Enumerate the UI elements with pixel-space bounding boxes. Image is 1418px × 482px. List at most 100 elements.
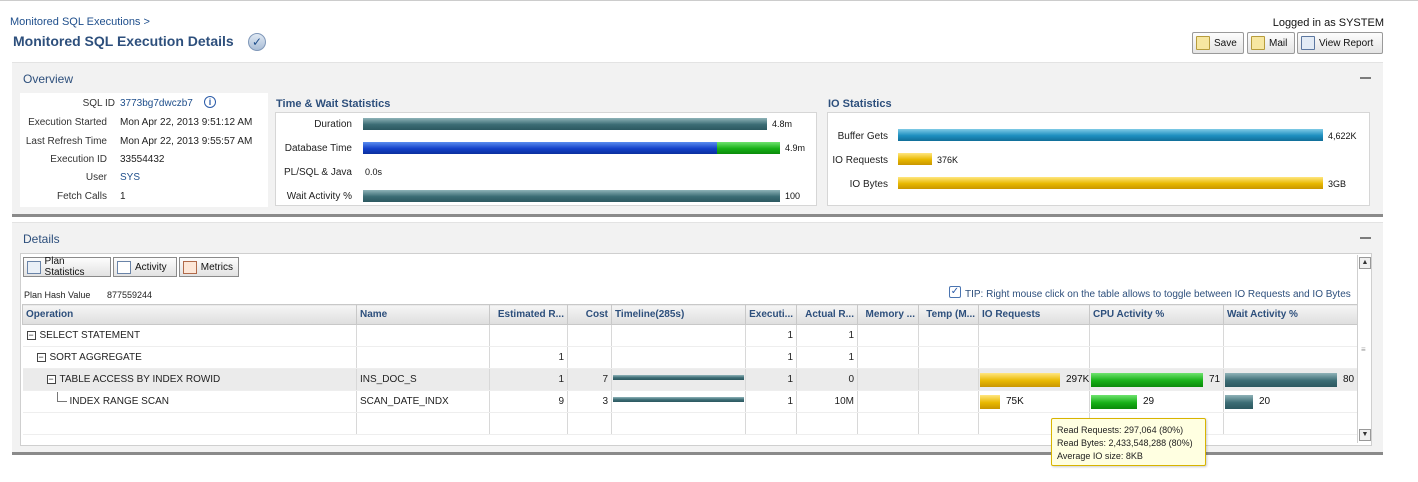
cell-memory: [857, 390, 919, 413]
cpu-bar: [1091, 373, 1203, 387]
scroll-up-arrow[interactable]: ▲: [1359, 257, 1371, 269]
plan-table: Operation Name Estimated R... Cost Timel…: [22, 304, 1358, 435]
tree-connector: [56, 392, 67, 403]
collapse-icon[interactable]: [1360, 237, 1371, 239]
io-stats-title: IO Statistics: [828, 98, 892, 110]
report-icon: [1301, 36, 1315, 50]
scroll-grip[interactable]: ≡: [1361, 345, 1369, 354]
col-memory[interactable]: Memory ...: [857, 304, 919, 325]
collapse-icon[interactable]: [1360, 77, 1371, 79]
wait-value: 20: [1259, 396, 1271, 407]
cell-cost: 3: [567, 390, 612, 413]
collapse-node-icon[interactable]: −: [36, 352, 46, 362]
breadcrumb[interactable]: Monitored SQL Executions >: [10, 16, 150, 28]
tooltip-read-requests: Read Requests: 297,064 (80%): [1057, 425, 1184, 435]
save-button[interactable]: Save: [1192, 32, 1244, 54]
cell-executions: 1: [745, 324, 797, 347]
tip-check-icon: ✓: [949, 286, 961, 298]
overview-header[interactable]: Overview: [12, 62, 1383, 92]
col-estimated-rows[interactable]: Estimated R...: [489, 304, 568, 325]
table-row[interactable]: − SELECT STATEMENT 1 1: [22, 324, 1358, 347]
col-cost[interactable]: Cost: [567, 304, 612, 325]
time-wait-title: Time & Wait Statistics: [276, 98, 391, 110]
duration-label: Duration: [314, 119, 352, 130]
cell-timeline: [611, 390, 746, 413]
col-io-requests[interactable]: IO Requests: [978, 304, 1090, 325]
buffer-gets-label: Buffer Gets: [837, 131, 888, 142]
cell-name: [356, 412, 490, 435]
operation-label: INDEX RANGE SCAN: [69, 396, 169, 407]
plsql-java-label: PL/SQL & Java: [284, 167, 352, 178]
io-requests-value: 75K: [1006, 396, 1024, 407]
tab-activity-label: Activity: [135, 261, 167, 273]
user-label: User: [85, 172, 107, 183]
sql-id-label: SQL ID: [82, 98, 115, 109]
cell-memory: [857, 368, 919, 391]
cell-operation: [22, 412, 357, 435]
table-row[interactable]: INDEX RANGE SCAN SCAN_DATE_INDX 9 3 1 10M 75K 2…: [22, 390, 1358, 413]
cell-timeline: [611, 346, 746, 369]
col-executions[interactable]: Executi...: [745, 304, 797, 325]
operation-label: TABLE ACCESS BY INDEX ROWID: [59, 374, 221, 385]
cell-timeline: [611, 368, 746, 391]
col-temp[interactable]: Temp (M...: [918, 304, 979, 325]
metrics-icon: [183, 260, 197, 274]
col-operation[interactable]: Operation: [22, 304, 357, 325]
cell-est-rows: [489, 324, 568, 347]
cell-wait: 20: [1223, 390, 1358, 413]
table-row[interactable]: − TABLE ACCESS BY INDEX ROWID INS_DOC_S 1 7 1…: [22, 368, 1358, 391]
details-title: Details: [23, 232, 60, 246]
view-report-label: View Report: [1319, 37, 1374, 49]
page-title: Monitored SQL Execution Details: [13, 33, 234, 49]
cell-est-rows: 1: [489, 368, 568, 391]
col-name[interactable]: Name: [356, 304, 490, 325]
mail-button[interactable]: Mail: [1247, 32, 1295, 54]
timeline-bar: [613, 375, 744, 380]
execution-id-label: Execution ID: [50, 154, 107, 165]
cell-executions: 1: [745, 346, 797, 369]
view-report-button[interactable]: View Report: [1297, 32, 1383, 54]
user-link[interactable]: SYS: [120, 172, 140, 183]
io-requests-value: 297K: [1066, 374, 1090, 385]
summary-box: SQL ID 3773bg7dwczb7 i Execution Started…: [20, 93, 268, 207]
io-requests-value: 376K: [937, 155, 959, 165]
tab-plan-statistics[interactable]: Plan Statistics: [23, 256, 111, 278]
tab-metrics[interactable]: Metrics: [179, 257, 239, 277]
cell-executions: 1: [745, 368, 797, 391]
duration-value: 4.8m: [772, 119, 793, 129]
io-tooltip: Read Requests: 297,064 (80%) Read Bytes:…: [1051, 418, 1206, 466]
database-time-label: Database Time: [284, 143, 352, 154]
cell-wait: 80: [1223, 368, 1358, 391]
collapse-node-icon[interactable]: −: [26, 330, 36, 340]
tab-activity[interactable]: Activity: [113, 257, 177, 277]
cell-name: [356, 346, 490, 369]
cpu-bar: [1091, 395, 1137, 409]
database-time-wait-bar: [717, 142, 780, 154]
last-refresh-label: Last Refresh Time: [25, 136, 107, 147]
sql-id-link[interactable]: 3773bg7dwczb7: [120, 98, 193, 109]
scroll-down-arrow[interactable]: ▼: [1359, 429, 1371, 441]
vertical-scrollbar[interactable]: ▲ ≡ ▼: [1357, 255, 1371, 443]
operation-label: SELECT STATEMENT: [39, 330, 141, 341]
info-icon[interactable]: i: [204, 96, 216, 108]
table-row[interactable]: − SORT AGGREGATE 1 1 1: [22, 346, 1358, 369]
cell-cpu: 29: [1089, 390, 1224, 413]
col-wait-activity[interactable]: Wait Activity %: [1223, 304, 1358, 325]
wait-activity-value: 100: [785, 191, 801, 201]
buffer-gets-bar: [898, 129, 1323, 141]
col-timeline[interactable]: Timeline(285s): [611, 304, 746, 325]
cell-temp: [918, 346, 979, 369]
save-icon: [1196, 36, 1210, 50]
cell-io-requests: 297K: [978, 368, 1090, 391]
col-actual-rows[interactable]: Actual R...: [796, 304, 858, 325]
cell-memory: [857, 412, 919, 435]
collapse-node-icon[interactable]: −: [46, 374, 56, 384]
details-header[interactable]: Details: [12, 222, 1383, 252]
cell-temp: [918, 324, 979, 347]
execution-id-value: 33554432: [120, 154, 165, 165]
mail-icon: [1251, 36, 1265, 50]
col-cpu-activity[interactable]: CPU Activity %: [1089, 304, 1224, 325]
mail-label: Mail: [1269, 37, 1288, 49]
fetch-calls-label: Fetch Calls: [56, 191, 107, 202]
cell-cost: 7: [567, 368, 612, 391]
